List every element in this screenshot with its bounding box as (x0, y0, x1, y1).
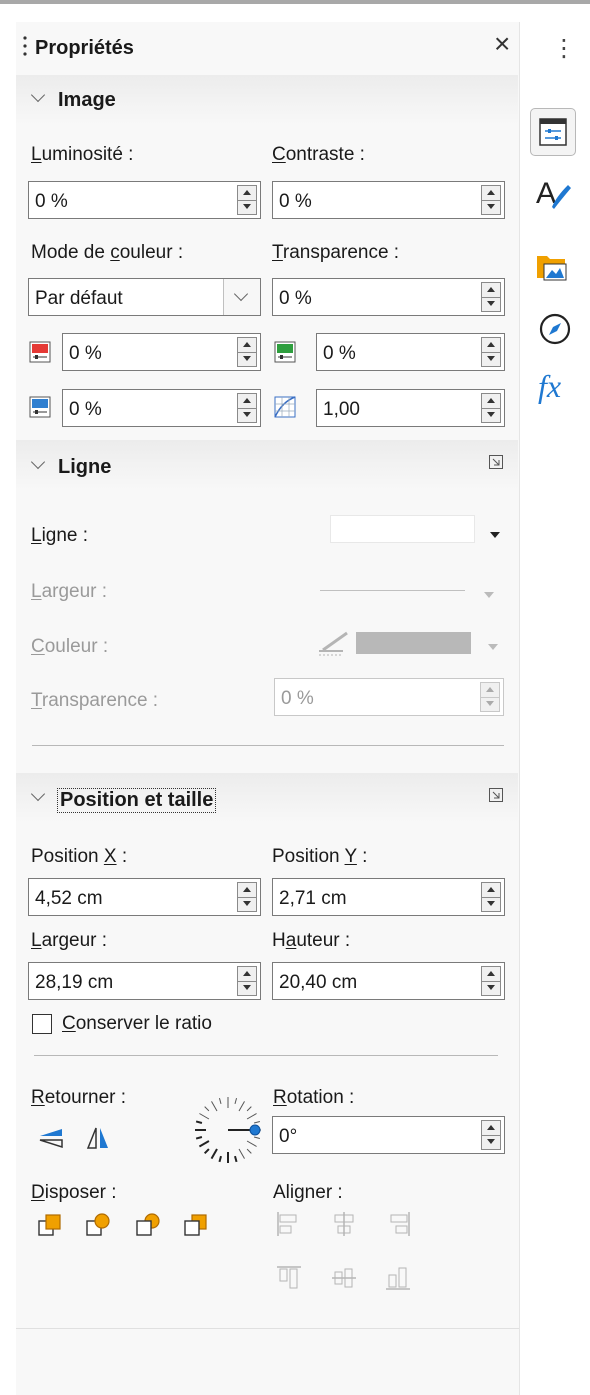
backward-one-icon[interactable] (135, 1212, 161, 1243)
line-style-preview[interactable] (330, 515, 475, 543)
align-middle-icon (330, 1264, 358, 1297)
height-label: Hauteur : (272, 930, 351, 951)
line-width-dropdown-icon (484, 592, 494, 598)
contrast-field[interactable]: 0 % (272, 181, 505, 219)
gamma-field[interactable]: 1,00 (316, 389, 505, 427)
color-mode-label: Mode de couleur : (31, 242, 184, 263)
brightness-label: Luminosité : (31, 144, 134, 165)
sidebar-menu-icon[interactable]: ⋮ (552, 34, 576, 63)
send-to-back-icon[interactable] (183, 1212, 209, 1243)
transparency-field[interactable]: 0 % (272, 278, 505, 316)
navigator-tab-icon[interactable] (537, 311, 573, 352)
close-icon[interactable]: × (494, 28, 510, 60)
line-style-label: Ligne : (31, 525, 89, 546)
keep-ratio-checkbox[interactable] (32, 1014, 52, 1034)
rotation-label: Rotation : (273, 1087, 355, 1108)
transparency-label: Transparence : (272, 242, 400, 263)
contrast-spinner[interactable] (481, 185, 501, 215)
line-transparency-label: Transparence : (31, 690, 159, 711)
properties-tab[interactable] (530, 108, 576, 156)
pos-y-spinner[interactable] (481, 882, 501, 912)
pos-x-label: Position X : (31, 846, 128, 867)
line-transparency-spinner (480, 682, 500, 712)
line-width-preview (320, 590, 465, 591)
gamma-icon (274, 396, 296, 423)
line-section-title: Ligne (58, 456, 112, 478)
red-spinner[interactable] (237, 337, 257, 367)
height-field[interactable]: 20,40 cm (272, 962, 505, 1000)
line-transparency-field: 0 % (274, 678, 504, 716)
pos-y-label: Position Y : (272, 846, 368, 867)
brightness-spinner[interactable] (237, 185, 257, 215)
properties-tab-icon (539, 118, 567, 146)
line-color-label: Couleur : (31, 636, 109, 657)
align-top-icon (275, 1264, 303, 1297)
rotation-spinner[interactable] (481, 1120, 501, 1150)
align-left-icon (275, 1210, 303, 1243)
more-options-icon[interactable] (489, 788, 503, 807)
blue-spinner[interactable] (237, 393, 257, 423)
panel-bottom-separator (16, 1328, 519, 1329)
align-center-icon (330, 1210, 358, 1243)
rotation-dial[interactable] (192, 1094, 264, 1171)
functions-tab-icon[interactable]: fx (538, 368, 561, 405)
line-section-separator (32, 745, 504, 746)
blue-channel-icon (29, 396, 51, 423)
pos-x-field[interactable]: 4,52 cm (28, 878, 261, 916)
width-field[interactable]: 28,19 cm (28, 962, 261, 1000)
line-color-dropdown-icon (488, 644, 498, 650)
red-channel-icon (29, 341, 51, 368)
width-spinner[interactable] (237, 966, 257, 996)
window-top-border (0, 0, 590, 4)
brightness-field[interactable]: 0 % (28, 181, 261, 219)
align-label: Aligner : (273, 1182, 343, 1203)
green-field[interactable]: 0 % (316, 333, 505, 371)
chevron-down-icon (233, 286, 249, 302)
panel-title: Propriétés (35, 37, 134, 59)
dropdown-button[interactable] (223, 279, 260, 315)
contrast-label: Contraste : (272, 144, 365, 165)
image-section-title: Image (58, 89, 116, 111)
more-options-icon[interactable] (489, 455, 503, 474)
gamma-spinner[interactable] (481, 393, 501, 423)
transparency-spinner[interactable] (481, 282, 501, 312)
line-color-swatch (356, 632, 471, 654)
keep-ratio-label[interactable]: Conserver le ratio (62, 1013, 212, 1035)
line-width-label: Largeur : (31, 581, 108, 602)
bring-to-front-icon[interactable] (37, 1212, 63, 1243)
flip-label: Retourner : (31, 1087, 127, 1108)
line-style-dropdown-icon[interactable] (490, 532, 500, 538)
green-channel-icon (274, 341, 296, 368)
arrange-label: Disposer : (31, 1182, 117, 1203)
width-label: Largeur : (31, 930, 108, 951)
align-bottom-icon (384, 1264, 412, 1297)
height-spinner[interactable] (481, 966, 501, 996)
line-color-icon (317, 630, 353, 661)
red-field[interactable]: 0 % (62, 333, 261, 371)
green-spinner[interactable] (481, 337, 501, 367)
flip-horizontal-icon[interactable] (85, 1126, 111, 1155)
pos-x-spinner[interactable] (237, 882, 257, 912)
pos-y-field[interactable]: 2,71 cm (272, 878, 505, 916)
position-section-title: Position et taille (57, 788, 217, 813)
blue-field[interactable]: 0 % (62, 389, 261, 427)
gallery-tab-icon[interactable] (535, 248, 571, 289)
drag-handle-icon[interactable] (22, 34, 28, 58)
styles-tab-icon[interactable]: A (534, 173, 574, 218)
align-right-icon (384, 1210, 412, 1243)
color-mode-select[interactable]: Par défaut (28, 278, 261, 316)
flip-vertical-icon[interactable] (38, 1126, 64, 1155)
rotation-field[interactable]: 0° (272, 1116, 505, 1154)
position-separator (34, 1055, 498, 1056)
forward-one-icon[interactable] (85, 1212, 111, 1243)
